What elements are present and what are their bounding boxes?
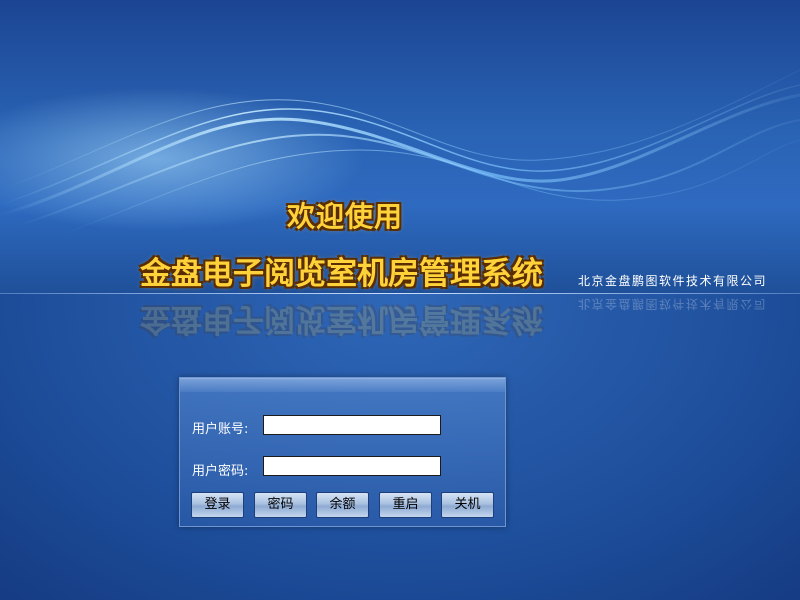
login-screen: 欢迎使用 金盘电子阅览室机房管理系统 金盘电子阅览室机房管理系统 北京金盘鹏图软… xyxy=(0,0,800,600)
password-input[interactable] xyxy=(263,456,441,476)
restart-button[interactable]: 重启 xyxy=(379,492,432,518)
shutdown-button[interactable]: 关机 xyxy=(441,492,494,518)
company-name: 北京金盘鹏图软件技术有限公司 xyxy=(578,274,768,288)
welcome-title: 欢迎使用 xyxy=(287,200,404,233)
login-panel-header xyxy=(180,378,505,392)
balance-button[interactable]: 余额 xyxy=(316,492,369,518)
horizon-divider xyxy=(0,293,800,294)
company-name-reflection: 北京金盘鹏图软件技术有限公司 xyxy=(578,297,768,311)
username-input[interactable] xyxy=(263,415,441,435)
password-button[interactable]: 密码 xyxy=(254,492,307,518)
login-button[interactable]: 登录 xyxy=(191,492,244,518)
username-label: 用户账号: xyxy=(192,422,249,437)
system-title-reflection: 金盘电子阅览室机房管理系统 xyxy=(140,301,543,337)
password-label: 用户密码: xyxy=(192,464,249,479)
login-panel: 用户账号: 用户密码: 登录 密码 余额 重启 关机 xyxy=(179,377,506,527)
